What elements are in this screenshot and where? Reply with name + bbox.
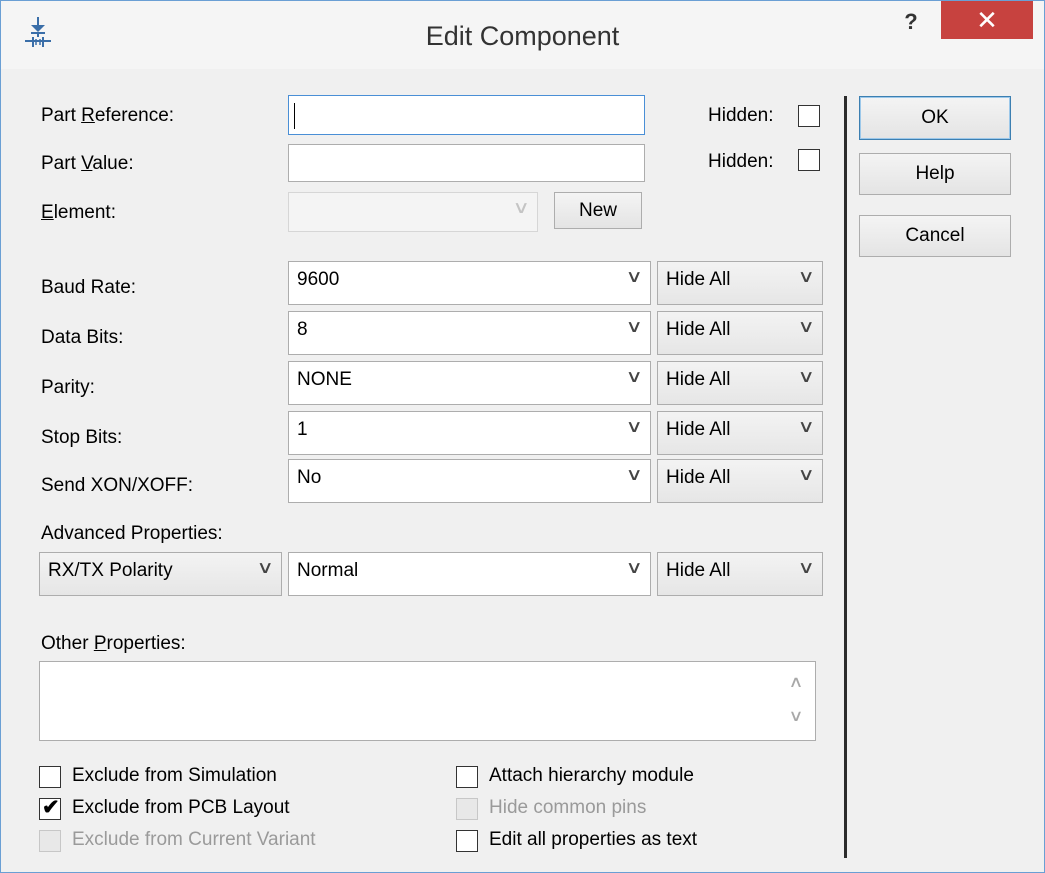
hide-common-pins-checkbox	[456, 798, 478, 820]
text-caret	[294, 103, 295, 129]
help-button[interactable]: Help	[859, 153, 1011, 195]
element-label: Element:	[41, 202, 116, 223]
vertical-divider	[844, 96, 847, 858]
part-reference-hidden-label: Hidden:	[708, 105, 774, 126]
advanced-properties-label: Advanced Properties:	[41, 523, 223, 544]
chevron-down-icon: ∨	[625, 417, 643, 436]
property-visibility-stop-bits[interactable]: Hide All ∨	[657, 411, 823, 455]
chevron-down-icon: ∨	[797, 465, 815, 484]
scroll-up-icon[interactable]: ∧	[783, 672, 809, 692]
edit-component-dialog: Edit Component ? ✕ Part Reference: Hidde…	[0, 0, 1045, 873]
close-button[interactable]: ✕	[941, 1, 1033, 39]
property-visibility-data-bits[interactable]: Hide All ∨	[657, 311, 823, 355]
chevron-down-icon: ∨	[625, 558, 643, 577]
property-visibility-parity[interactable]: Hide All ∨	[657, 361, 823, 405]
chevron-down-icon: ∨	[625, 465, 643, 484]
property-label-parity: Parity:	[41, 377, 95, 398]
checkmark-icon: ✔	[42, 796, 60, 819]
property-value-stop-bits[interactable]: 1 ∨	[288, 411, 651, 455]
exclude-simulation-checkbox[interactable]	[39, 766, 61, 788]
property-value-send-xon-xoff[interactable]: No ∨	[288, 459, 651, 503]
exclude-simulation-label[interactable]: Exclude from Simulation	[72, 765, 277, 787]
chevron-down-icon: ∨	[797, 417, 815, 436]
chevron-down-icon: ∨	[256, 558, 274, 577]
other-properties-label: Other Properties:	[41, 633, 186, 654]
chevron-down-icon: ∨	[797, 317, 815, 336]
property-label-baud-rate: Baud Rate:	[41, 277, 137, 298]
chevron-down-icon: ∨	[512, 198, 530, 217]
cancel-button[interactable]: Cancel	[859, 215, 1011, 257]
property-value-baud-rate[interactable]: 9600 ∨	[288, 261, 651, 305]
attach-hierarchy-checkbox[interactable]	[456, 766, 478, 788]
edit-as-text-label[interactable]: Edit all properties as text	[489, 829, 697, 851]
help-question-icon[interactable]: ?	[899, 9, 923, 39]
property-visibility-baud-rate[interactable]: Hide All ∨	[657, 261, 823, 305]
chevron-down-icon: ∨	[797, 367, 815, 386]
property-value-parity[interactable]: NONE ∨	[288, 361, 651, 405]
scroll-down-icon[interactable]: ∨	[783, 706, 809, 726]
title-bar[interactable]: Edit Component ? ✕	[1, 1, 1044, 69]
property-label-stop-bits: Stop Bits:	[41, 427, 123, 448]
hide-common-pins-label: Hide common pins	[489, 797, 647, 818]
property-value-data-bits[interactable]: 8 ∨	[288, 311, 651, 355]
exclude-variant-label: Exclude from Current Variant	[72, 829, 316, 850]
property-visibility-send-xon-xoff[interactable]: Hide All ∨	[657, 459, 823, 503]
part-value-hidden-label: Hidden:	[708, 151, 774, 172]
other-properties-textarea[interactable]: ∧ ∨	[39, 661, 816, 741]
ok-button[interactable]: OK	[859, 96, 1011, 140]
chevron-down-icon: ∨	[797, 267, 815, 286]
chevron-down-icon: ∨	[625, 267, 643, 286]
chevron-down-icon: ∨	[797, 558, 815, 577]
exclude-variant-checkbox	[39, 830, 61, 852]
window-title: Edit Component	[425, 21, 620, 51]
part-reference-hidden-checkbox[interactable]	[798, 105, 820, 127]
advanced-property-select[interactable]: RX/TX Polarity ∨	[39, 552, 282, 596]
property-label-data-bits: Data Bits:	[41, 327, 124, 348]
element-dropdown[interactable]: ∨	[288, 192, 538, 232]
chevron-down-icon: ∨	[625, 367, 643, 386]
exclude-pcb-label[interactable]: Exclude from PCB Layout	[72, 797, 290, 819]
exclude-pcb-checkbox[interactable]: ✔	[39, 796, 61, 820]
chevron-down-icon: ∨	[625, 317, 643, 336]
advanced-property-value[interactable]: Normal ∨	[288, 552, 651, 596]
part-reference-label: Part Reference:	[41, 105, 175, 126]
property-label-send-xon-xoff: Send XON/XOFF:	[41, 475, 194, 496]
part-reference-input[interactable]	[288, 95, 645, 135]
part-value-hidden-checkbox[interactable]	[798, 149, 820, 171]
new-element-button[interactable]: New	[554, 192, 642, 229]
part-value-label: Part Value:	[41, 153, 134, 174]
edit-as-text-checkbox[interactable]	[456, 830, 478, 852]
advanced-property-visibility[interactable]: Hide All ∨	[657, 552, 823, 596]
part-value-input[interactable]	[288, 144, 645, 182]
attach-hierarchy-label[interactable]: Attach hierarchy module	[489, 765, 694, 787]
